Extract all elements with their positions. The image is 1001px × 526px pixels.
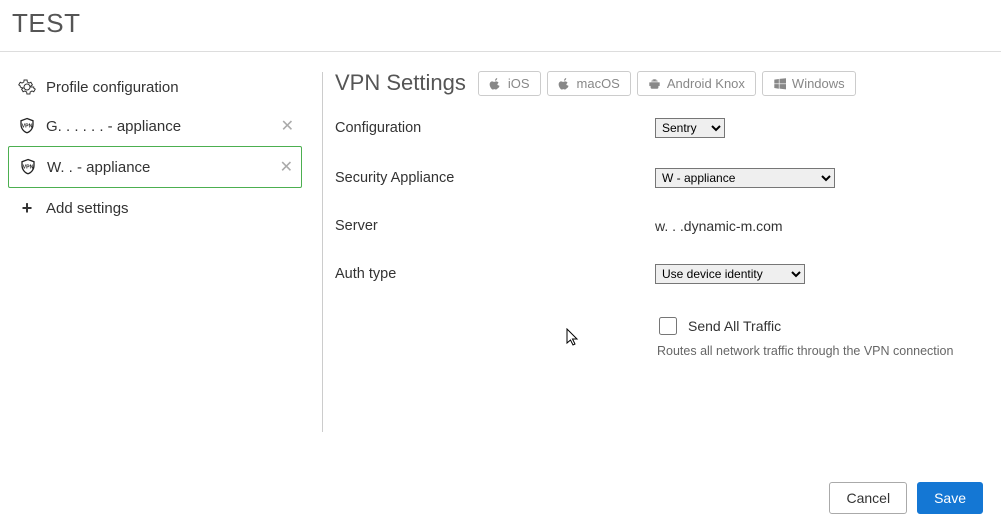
add-settings-label: Add settings bbox=[46, 200, 129, 217]
server-value: w. . .dynamic-m.com bbox=[655, 218, 783, 234]
apple-icon bbox=[558, 77, 571, 90]
save-button[interactable]: Save bbox=[917, 482, 983, 514]
page-title: TEST bbox=[0, 0, 1001, 52]
security-appliance-select[interactable]: W - appliance bbox=[655, 168, 835, 188]
vertical-divider bbox=[322, 72, 323, 432]
label-configuration: Configuration bbox=[335, 120, 655, 136]
send-all-traffic-label: Send All Traffic bbox=[688, 318, 781, 334]
send-all-traffic-checkbox[interactable] bbox=[659, 317, 677, 335]
cancel-button[interactable]: Cancel bbox=[829, 482, 907, 514]
platform-chip-windows[interactable]: Windows bbox=[762, 71, 856, 96]
platform-chip-macos[interactable]: macOS bbox=[547, 71, 631, 96]
sidebar-item-label: G. . . . . . - appliance bbox=[46, 118, 281, 135]
vpn-shield-icon bbox=[16, 117, 38, 135]
android-icon bbox=[648, 77, 661, 90]
sidebar-item-profile-config[interactable]: Profile configuration bbox=[8, 68, 302, 106]
chip-label: macOS bbox=[577, 76, 620, 91]
close-icon[interactable]: ✕ bbox=[281, 116, 294, 136]
auth-type-select[interactable]: Use device identity bbox=[655, 264, 805, 284]
apple-icon bbox=[489, 77, 502, 90]
section-title: VPN Settings bbox=[335, 70, 466, 96]
sidebar-item-vpn-w[interactable]: W. . - appliance ✕ bbox=[8, 146, 302, 188]
sidebar: Profile configuration G. . . . . . - app… bbox=[0, 52, 310, 452]
plus-icon: + bbox=[16, 198, 38, 219]
send-all-traffic-helper: Routes all network traffic through the V… bbox=[657, 344, 987, 358]
platform-chip-android[interactable]: Android Knox bbox=[637, 71, 756, 96]
footer-actions: Cancel Save bbox=[829, 482, 983, 514]
label-security-appliance: Security Appliance bbox=[335, 170, 655, 186]
sidebar-item-label: Profile configuration bbox=[46, 79, 294, 96]
gear-icon bbox=[16, 78, 38, 96]
main-panel: VPN Settings iOS macOS Android Knox Wind… bbox=[335, 52, 1001, 452]
chip-label: Android Knox bbox=[667, 76, 745, 91]
close-icon[interactable]: ✕ bbox=[280, 157, 293, 177]
label-auth-type: Auth type bbox=[335, 266, 655, 282]
windows-icon bbox=[773, 77, 786, 90]
sidebar-item-vpn-g[interactable]: G. . . . . . - appliance ✕ bbox=[8, 106, 302, 146]
label-server: Server bbox=[335, 218, 655, 234]
configuration-select[interactable]: Sentry bbox=[655, 118, 725, 138]
chip-label: Windows bbox=[792, 76, 845, 91]
sidebar-item-label: W. . - appliance bbox=[47, 159, 280, 176]
vpn-shield-icon bbox=[17, 158, 39, 176]
add-settings-button[interactable]: + Add settings bbox=[8, 188, 302, 229]
chip-label: iOS bbox=[508, 76, 530, 91]
platform-chips: iOS macOS Android Knox Windows bbox=[478, 71, 856, 96]
platform-chip-ios[interactable]: iOS bbox=[478, 71, 541, 96]
